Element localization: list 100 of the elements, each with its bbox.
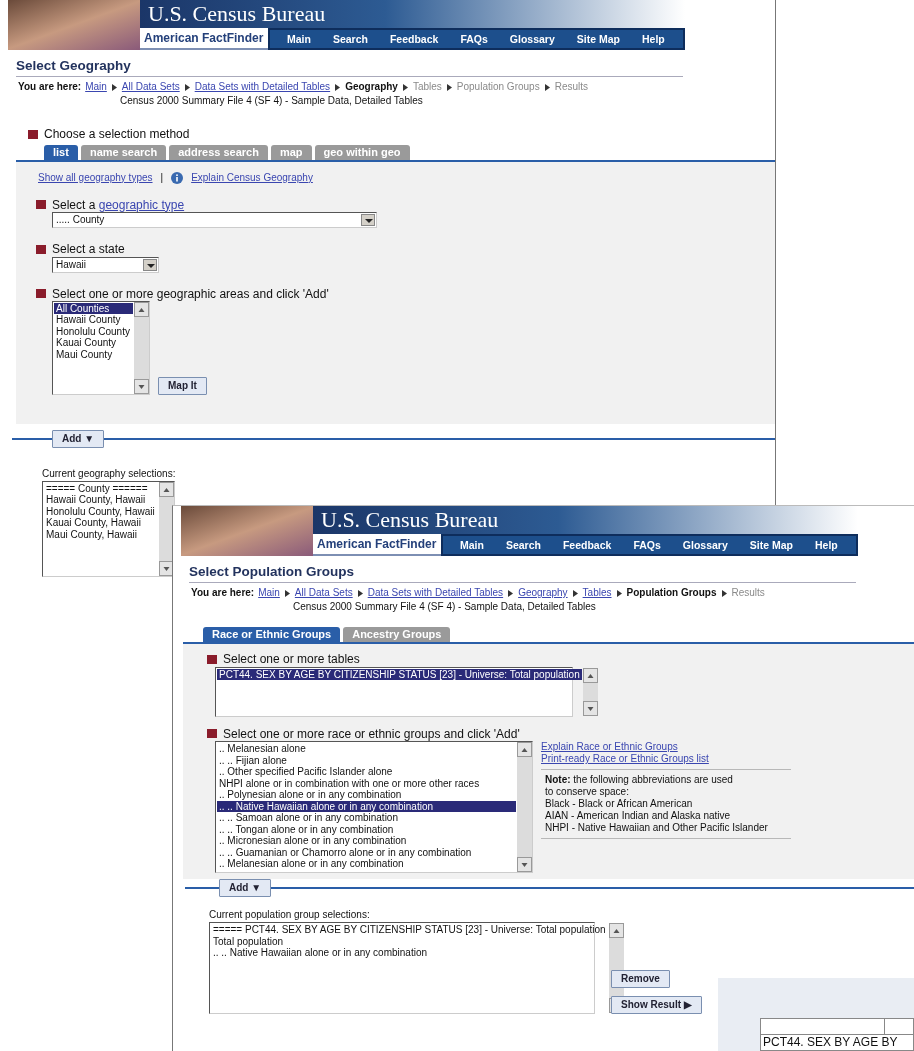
arrow-icon <box>183 82 191 92</box>
breadcrumb-link[interactable]: Main <box>258 587 280 600</box>
nav-link[interactable]: Main <box>276 32 322 46</box>
breadcrumb-link[interactable]: Data Sets with Detailed Tables <box>367 587 504 600</box>
section-label: Select a geographic type <box>52 197 185 213</box>
arrow-icon <box>571 588 579 598</box>
nav-link[interactable]: Glossary <box>498 32 566 46</box>
selections-label: Current geography selections: <box>42 467 177 480</box>
tab[interactable]: list <box>44 144 78 160</box>
show-result-button[interactable]: Show Result ▶ <box>611 996 702 1015</box>
dropdown-button[interactable] <box>361 214 375 227</box>
breadcrumb-link[interactable]: Geography <box>518 587 568 600</box>
list-item: Hawaii County, Hawaii <box>45 494 147 506</box>
nav-link[interactable]: Site Map <box>738 538 804 552</box>
list-item[interactable]: NHPI alone or in combination with one or more other races <box>217 777 516 790</box>
nav-link[interactable]: Main <box>449 538 495 552</box>
bullet-icon <box>207 729 217 739</box>
add-button[interactable]: Add ▼ <box>52 429 105 448</box>
link[interactable]: Print-ready Race or Ethnic Groups list <box>541 753 791 766</box>
table-cell: PCT44. SEX BY AGE BY <box>760 1034 914 1051</box>
list-item[interactable]: .. .. Native Hawaiian alone or in any combination <box>217 800 516 813</box>
link[interactable]: geographic type <box>98 197 185 212</box>
link[interactable]: Explain Census Geography <box>191 171 313 184</box>
list-item[interactable]: .. Other specified Pacific Islander alone <box>217 766 516 778</box>
arrow-icon <box>445 82 453 92</box>
list-item: Total population <box>212 935 285 948</box>
list-item[interactable]: Maui County <box>54 348 133 361</box>
arrow-icon <box>543 82 551 92</box>
arrow-icon <box>401 82 409 92</box>
arrow-icon <box>356 588 364 598</box>
section-label: Choose a selection method <box>44 127 190 142</box>
list-item[interactable]: .. .. Tongan alone or in any combination <box>217 823 516 836</box>
scrollbar[interactable] <box>159 481 174 576</box>
arrow-icon <box>334 82 342 92</box>
dropdown[interactable]: ..... County <box>52 212 377 229</box>
list-item: ===== County ====== <box>45 482 149 495</box>
map-it-button[interactable]: Map It <box>158 376 207 395</box>
nav-link[interactable]: Site Map <box>565 32 631 46</box>
breadcrumb-step: Tables <box>412 81 442 94</box>
bullet-icon <box>36 244 46 254</box>
breadcrumb-current: Geography <box>345 81 398 94</box>
page-title: Select Geography <box>16 58 683 78</box>
list-item[interactable]: .. Micronesian alone or in any combination <box>217 835 516 847</box>
list-item: ===== PCT44. SEX BY AGE BY CITIZENSHIP STATUS [23] - Universe: Total population <box>212 924 607 936</box>
list-item[interactable]: .. Melanesian alone <box>217 743 516 755</box>
listbox[interactable] <box>215 741 533 874</box>
breadcrumb-link[interactable]: All Data Sets <box>121 81 180 94</box>
list-item: .. .. Native Hawaiian alone or in any combination <box>212 947 428 959</box>
note-text: Note: the following abbreviations are used to conserve space: <box>545 774 734 799</box>
nav-link[interactable]: Search <box>494 538 552 552</box>
bullet-icon <box>28 129 38 139</box>
nav-link[interactable]: FAQs <box>449 32 499 46</box>
scrollbar[interactable] <box>134 301 149 394</box>
page-title: Select Population Groups <box>189 564 856 584</box>
scrollbar[interactable] <box>517 742 532 873</box>
dataset-name: Census 2000 Summary File 4 (SF 4) - Sample Data, Detailed Tables <box>120 95 424 108</box>
breadcrumb-label: You are here: <box>18 81 82 94</box>
list-item[interactable]: All Counties <box>54 302 133 315</box>
separator-text: | <box>160 171 164 184</box>
list-item[interactable]: Kauai County <box>54 337 133 349</box>
bullet-icon <box>36 289 46 299</box>
breadcrumb-link[interactable]: All Data Sets <box>294 587 353 600</box>
nav-link[interactable]: FAQs <box>622 538 672 552</box>
link[interactable]: Show all geography types <box>38 171 153 184</box>
nav-link[interactable]: Help <box>631 32 676 46</box>
add-button[interactable]: Add ▼ <box>219 879 272 898</box>
list-item[interactable]: .. Melanesian alone or in any combination <box>217 858 516 870</box>
breadcrumb-label: You are here: <box>191 587 255 600</box>
breadcrumb-link[interactable]: Main <box>85 81 107 94</box>
link[interactable]: Explain Race or Ethnic Groups <box>541 741 791 754</box>
dropdown[interactable]: Hawaii <box>52 256 159 273</box>
list-item[interactable]: .. .. Samoan alone or in any combination <box>217 812 516 824</box>
listbox[interactable]: All Counties Hawaii County Honolulu County Kauai County Maui County <box>52 300 150 395</box>
list-item[interactable]: Hawaii County <box>54 314 133 326</box>
nav-link[interactable]: Feedback <box>551 538 623 552</box>
list-item[interactable]: .. .. Guamanian or Chamorro alone or in any combination <box>217 846 516 859</box>
list-item[interactable]: .. .. Fijian alone <box>217 754 516 767</box>
dropdown-button[interactable] <box>143 258 157 271</box>
nav-link[interactable]: Search <box>321 32 379 46</box>
dataset-name: Census 2000 Summary File 4 (SF 4) - Sample Data, Detailed Tables <box>293 601 597 614</box>
list-item: Kauai County, Hawaii <box>45 517 142 529</box>
nav-link[interactable]: Help <box>804 538 849 552</box>
list-item[interactable]: .. Polynesian alone or in any combination <box>217 789 516 801</box>
section-label: Select one or more race or ethnic groups and click 'Add' <box>223 726 520 742</box>
list-item[interactable]: Honolulu County <box>54 325 133 338</box>
list-item: Honolulu County, Hawaii <box>45 505 156 518</box>
breadcrumb-link[interactable]: Data Sets with Detailed Tables <box>194 81 331 94</box>
nav-link[interactable]: Glossary <box>671 538 739 552</box>
section-label: Select one or more geographic areas and click 'Add' <box>52 286 329 301</box>
tab[interactable]: Race or Ethnic Groups <box>203 627 341 643</box>
arrow-icon <box>720 588 728 598</box>
breadcrumb-current: Population Groups <box>626 587 717 600</box>
selections-box[interactable]: ===== County ====== Hawaii County, Hawaii Honolulu County, Hawaii Kauai County, Hawaii Maui County, Hawaii <box>42 480 175 577</box>
list-item[interactable]: PCT44. SEX BY AGE BY CITIZENSHIP STATUS [23] - Universe: Total population <box>217 668 582 681</box>
section-label: Select a state <box>52 242 125 257</box>
nav-link[interactable]: Feedback <box>378 32 450 46</box>
remove-button[interactable]: Remove <box>611 970 670 989</box>
section-label: Select one or more tables <box>223 652 360 667</box>
scrollbar[interactable] <box>582 667 598 716</box>
breadcrumb-link[interactable]: Tables <box>582 587 612 600</box>
